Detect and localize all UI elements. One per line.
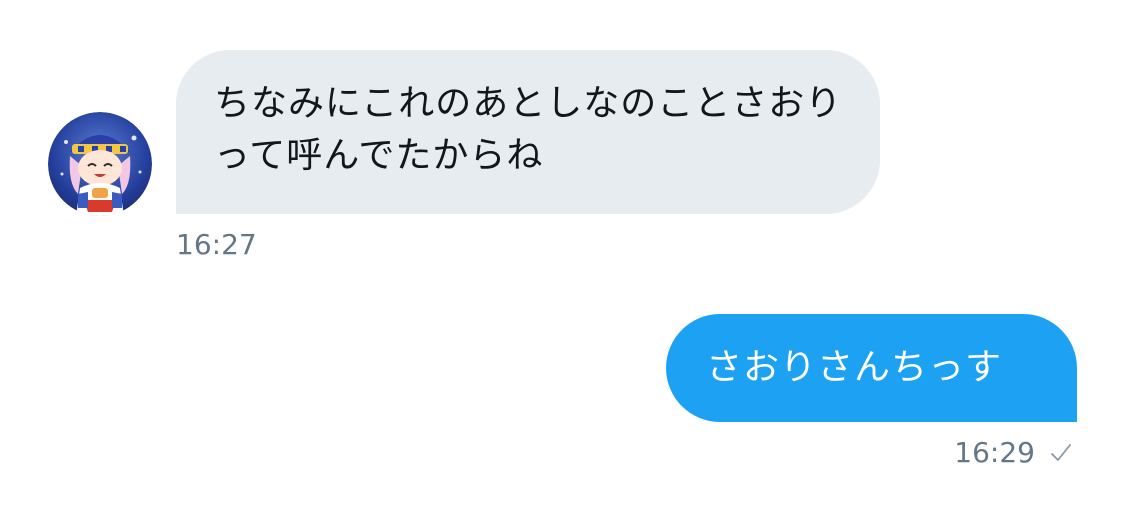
outgoing-message-bubble[interactable]: さおりさんちっす [666, 314, 1077, 422]
sender-avatar[interactable] [48, 112, 152, 216]
outgoing-message-time: 16:29 [954, 436, 1035, 469]
incoming-message-bubble[interactable]: ちなみにこれのあとしなのことさおりって呼んでたからね [176, 50, 880, 214]
anime-character-avatar-icon [48, 112, 152, 216]
dm-conversation: ちなみにこれのあとしなのことさおりって呼んでたからね 16:27 さおりさんちっ… [0, 0, 1125, 505]
incoming-message-time: 16:27 [176, 228, 257, 261]
incoming-message-text: ちなみにこれのあとしなのことさおりって呼んでたからね [214, 83, 843, 176]
read-check-icon [1049, 441, 1073, 465]
outgoing-message-meta: 16:29 [954, 436, 1073, 470]
outgoing-message-text: さおりさんちっす [706, 347, 1003, 388]
